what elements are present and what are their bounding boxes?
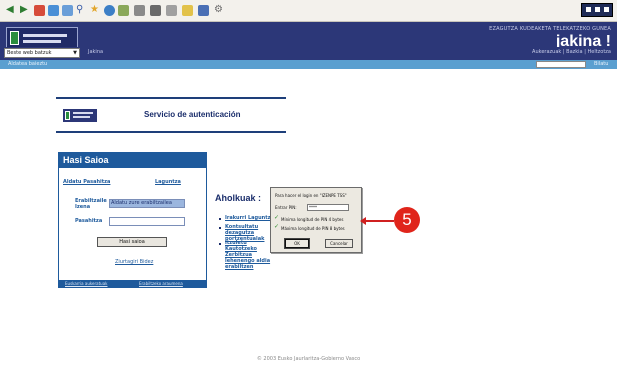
minimize-icon[interactable] [586, 7, 591, 12]
shield-icon [10, 31, 19, 45]
print-icon[interactable] [150, 5, 161, 16]
nav-bar: Aldatea baieztu Bilatu [0, 60, 617, 69]
favorites-icon[interactable]: ★ [90, 3, 99, 17]
history-icon[interactable] [118, 5, 129, 16]
chevron-down-icon: ▼ [73, 50, 77, 56]
discuss-icon[interactable] [182, 5, 193, 16]
check-icon: ✓ [274, 223, 280, 230]
logo-text-line [73, 112, 93, 114]
login-title: Hasi Saioa [59, 153, 206, 168]
login-button[interactable]: Hasi saioa [97, 237, 167, 247]
ok-button[interactable]: OK [284, 238, 310, 249]
mail-icon[interactable] [134, 5, 145, 16]
browser-toolbar: ◀ ▶ ⚲ ★ ⚙ [0, 0, 617, 22]
callout-arrow [364, 220, 394, 222]
pin-min-rule: Mínima longitud de PIN 4 bytes [281, 217, 344, 222]
bullet [219, 218, 221, 220]
pin-input[interactable]: **** [307, 204, 349, 211]
messenger-icon[interactable] [198, 5, 209, 16]
search-input[interactable] [536, 61, 586, 68]
edit-icon[interactable] [166, 5, 177, 16]
footer-left-link[interactable]: Euskarria aukeratuak [65, 281, 107, 286]
bullet [219, 243, 221, 245]
government-logo-small [63, 109, 97, 122]
site-select-value: Beste web batzuk [7, 50, 52, 56]
advice-item[interactable]: Itzuletu Kautotzeko Zerbitzua lehenengo … [225, 240, 271, 270]
username-field[interactable]: Aldatu zure erabiltzailea [109, 199, 185, 208]
change-password-link[interactable]: Aldatu Pasahitza [63, 179, 110, 185]
close-icon[interactable] [604, 7, 609, 12]
logo-text-line [23, 40, 61, 43]
media-icon[interactable] [104, 5, 115, 16]
bullet [219, 227, 221, 229]
refresh-icon[interactable] [48, 5, 59, 16]
callout-number: 5 [394, 207, 420, 233]
page-title: Servicio de autenticación [144, 110, 241, 119]
advice-title: Aholkuak : [215, 193, 262, 203]
login-footer: Euskarria aukeratuak Erabiltzeko araumen… [59, 280, 206, 288]
logo-text-line [23, 34, 67, 37]
stop-icon[interactable] [34, 5, 45, 16]
site-select[interactable]: Beste web batzuk ▼ [4, 48, 80, 58]
advice-item[interactable]: Irakurri Laguntza [225, 215, 274, 221]
certificate-login-link[interactable]: Ziurtagiri Bidez [115, 259, 153, 265]
search-icon[interactable]: ⚲ [76, 3, 83, 17]
government-logo[interactable] [6, 27, 78, 49]
auth-header: Servicio de autenticación [56, 97, 286, 133]
search-button[interactable]: Bilatu [594, 61, 608, 67]
nav-left-link[interactable]: Aldatea baieztu [8, 61, 47, 67]
logo-text-line [73, 116, 90, 118]
pin-max-rule: Máxima longitud de PIN 8 bytes [281, 226, 345, 231]
password-label: Pasahitza [75, 218, 103, 224]
maximize-icon[interactable] [595, 7, 600, 12]
username-label: Erabiltzaile Izena [75, 198, 107, 210]
dialog-prompt: Para hacer el login en "IZENPE TSS" [275, 193, 347, 198]
search-row: Beste web batzuk ▼ Jakina Aukerazuak | B… [0, 47, 617, 60]
shield-icon [65, 111, 70, 120]
forward-icon[interactable]: ▶ [20, 3, 28, 17]
cancel-button[interactable]: Cancelar [325, 239, 353, 248]
help-link[interactable]: Laguntza [155, 179, 181, 185]
header-right-links[interactable]: Aukerazuak | Bazkia | Heltzotza [532, 49, 611, 55]
copyright: © 2003 Eusko Jaurlaritza-Gobierno Vasco [256, 356, 361, 362]
window-controls[interactable] [581, 3, 613, 17]
login-box: Hasi Saioa Aldatu Pasahitza Laguntza Era… [58, 152, 207, 288]
check-icon: ✓ [274, 214, 280, 221]
back-icon[interactable]: ◀ [6, 3, 14, 17]
pin-dialog: Para hacer el login en "IZENPE TSS" Entr… [270, 187, 362, 253]
header-subtitle: EZAGUTZA KUDEAKETA TELEKATZEKO GUNEA [489, 26, 611, 32]
home-icon[interactable] [62, 5, 73, 16]
jakina-link[interactable]: Jakina [88, 49, 103, 55]
password-field[interactable] [109, 217, 185, 226]
toolbar-extra-icon[interactable]: ⚙ [214, 3, 223, 17]
footer-right-link[interactable]: Erabiltzeko araumena [139, 281, 183, 286]
pin-label: Entrar PIN: [275, 205, 297, 210]
